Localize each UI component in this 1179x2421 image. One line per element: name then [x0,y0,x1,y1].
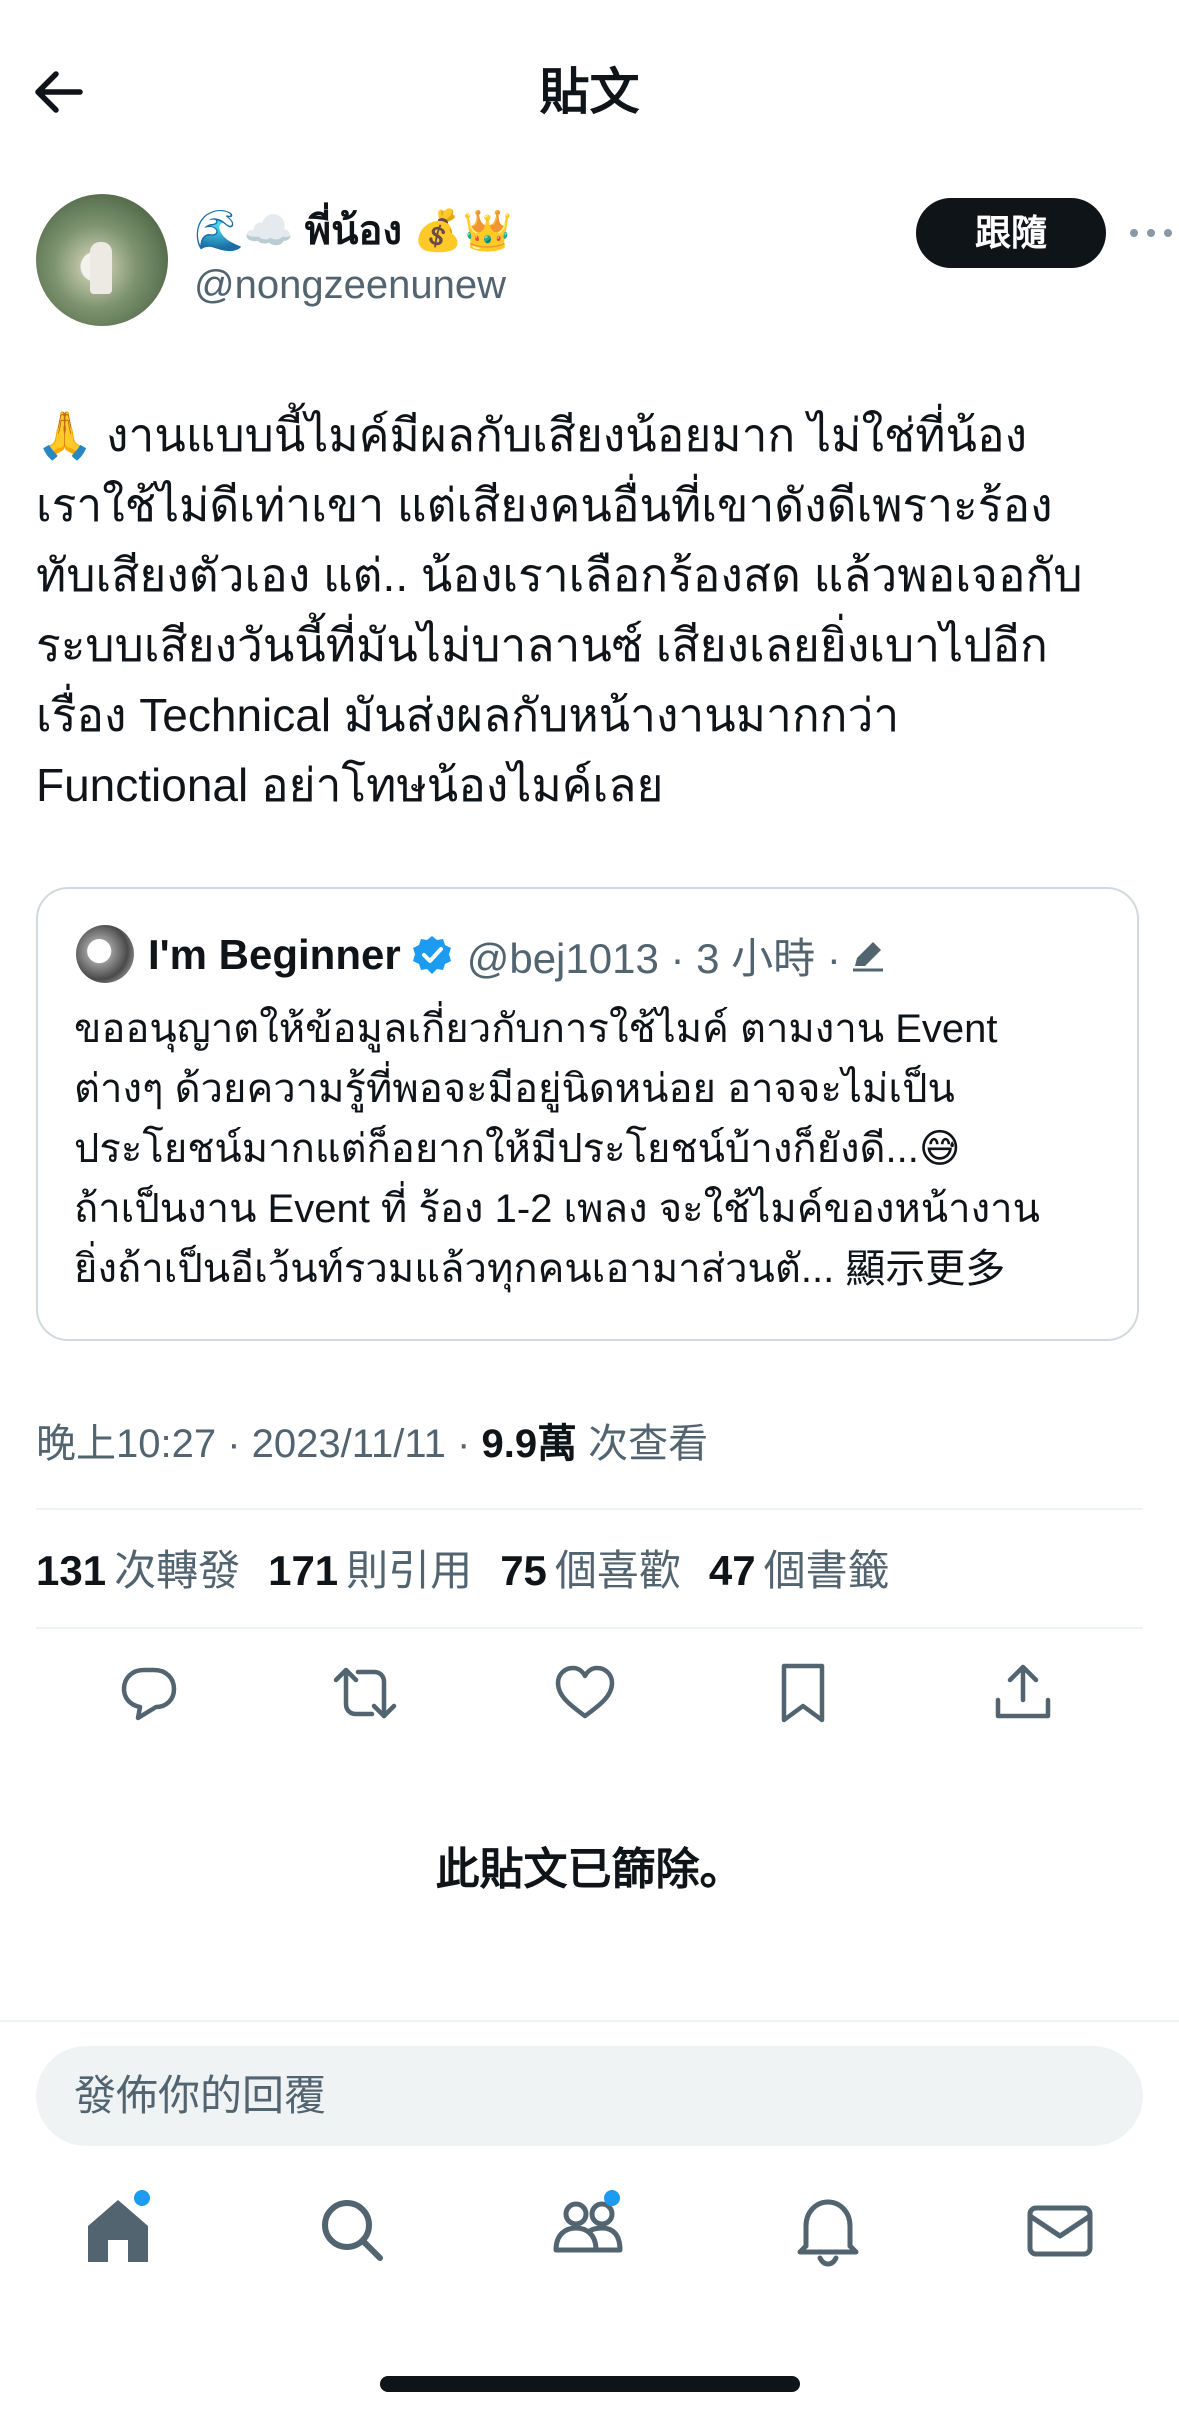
quoted-text: ขออนุญาตให้ข้อมูลเกี่ยวกับการใช้ไมค์ ตาม… [74,999,1104,1299]
stat-retweets[interactable]: 131 次轉發 [36,1541,240,1601]
verified-badge-icon [412,936,451,974]
reply-input[interactable] [36,2046,1143,2146]
share-icon [995,1664,1051,1719]
more-button[interactable] [1126,216,1176,250]
bookmark-button[interactable] [770,1660,836,1726]
deleted-notice: 此貼文已篩除。 [435,1845,744,1894]
tab-search[interactable] [312,2190,392,2270]
tab-notifications[interactable] [788,2190,868,2270]
author-handle[interactable]: @nongzeenunew [194,260,506,310]
tab-communities[interactable] [548,2190,628,2270]
author-header: 🌊☁️ พี่น้อง 💰👑 @nongzeenunew 跟隨 [36,194,1172,334]
communities-notification-dot [604,2190,620,2206]
share-button[interactable] [990,1660,1056,1726]
quoted-tweet[interactable]: I'm Beginner @bej1013 · 3 小時 · ขออนุญาตใ… [36,887,1139,1341]
quoted-header: I'm Beginner @bej1013 · 3 小時 · [148,925,889,985]
top-bar: 貼文 [0,0,1179,190]
retweet-icon [333,1667,397,1719]
show-more-link[interactable]: 顯示更多 [845,1247,1005,1291]
tab-home[interactable] [78,2190,158,2270]
bookmark-icon [781,1663,825,1723]
timestamp: 晚上10:27 · 2023/11/11 · [36,1422,482,1466]
quoted-name: I'm Beginner [148,931,401,978]
edited-icon [852,942,883,972]
follow-button[interactable]: 跟隨 [916,198,1106,268]
reply-button[interactable] [116,1660,182,1726]
bottom-tab-bar [0,2190,1179,2300]
divider [36,1508,1143,1510]
home-indicator[interactable] [380,2376,800,2392]
quoted-handle-time: @bej1013 · 3 小時 · [466,934,841,982]
notifications-icon [797,2199,859,2267]
like-icon [555,1665,615,1719]
retweet-button[interactable] [332,1660,398,1726]
divider [36,1627,1143,1629]
page-title: 貼文 [539,64,640,120]
tweet-text: 🙏 งานแบบนี้ไมค์มีผลกับเสียงน้อยมาก ไม่ใช… [36,409,1083,811]
avatar[interactable] [36,194,168,326]
quoted-avatar [76,925,134,983]
stat-quotes[interactable]: 171 則引用 [268,1541,472,1601]
views-label: 次查看 [577,1422,709,1466]
stat-likes[interactable]: 75 個喜歡 [500,1541,681,1601]
reply-divider [0,2020,1179,2022]
views-count: 9.9萬 [481,1422,578,1466]
engagement-stats: 131 次轉發 171 則引用 75 個喜歡 47 個書籤 [36,1541,918,1601]
more-horizontal-icon [1130,229,1172,237]
stat-bookmarks[interactable]: 47 個書籤 [709,1541,890,1601]
action-bar [0,1660,1179,1732]
tweet-meta: 晚上10:27 · 2023/11/11 · 9.9萬 次查看 [36,1414,708,1474]
reply-icon [121,1667,177,1721]
home-notification-dot [134,2190,150,2206]
search-icon [322,2200,383,2261]
tab-messages[interactable] [1020,2190,1100,2270]
author-display-name[interactable]: 🌊☁️ พี่น้อง 💰👑 [194,204,513,258]
messages-icon [1027,2205,1093,2257]
like-button[interactable] [552,1660,618,1726]
